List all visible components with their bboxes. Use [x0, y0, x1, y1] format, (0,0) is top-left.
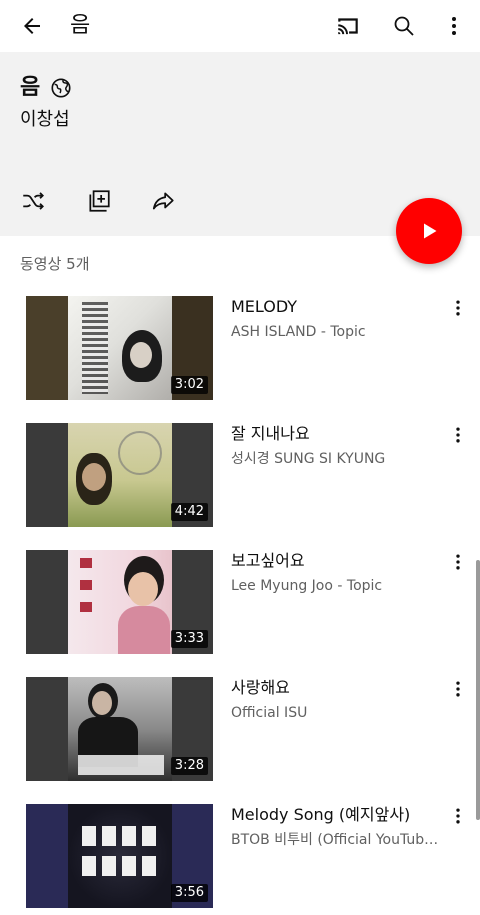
- globe-public-icon: [51, 78, 71, 98]
- cast-button[interactable]: [332, 10, 364, 42]
- video-thumbnail[interactable]: 3:28: [26, 677, 213, 781]
- video-title[interactable]: 보고싶어요: [231, 550, 441, 572]
- search-icon: [394, 16, 414, 36]
- more-vert-icon: [456, 554, 460, 570]
- video-more-button[interactable]: [446, 296, 470, 320]
- save-to-library-button[interactable]: [84, 186, 114, 216]
- more-vert-icon: [456, 427, 460, 443]
- channel-name[interactable]: Official ISU: [231, 703, 441, 723]
- share-icon: [152, 192, 174, 210]
- list-item[interactable]: 3:02 MELODY ASH ISLAND - Topic: [0, 294, 480, 400]
- page-title: 음: [70, 13, 91, 38]
- video-title[interactable]: 사랑해요: [231, 677, 441, 699]
- more-vert-icon: [452, 17, 456, 35]
- more-vert-icon: [456, 300, 460, 316]
- scrollbar[interactable]: [476, 560, 480, 820]
- video-more-button[interactable]: [446, 423, 470, 447]
- duration-badge: 3:28: [170, 757, 208, 775]
- video-more-button[interactable]: [446, 677, 470, 701]
- app-bar: 음: [0, 0, 480, 52]
- playlist-title: 음: [20, 75, 41, 100]
- thumbnail-art: [68, 550, 172, 654]
- channel-name[interactable]: Lee Myung Joo - Topic: [231, 576, 441, 596]
- video-title[interactable]: 잘 지내나요: [231, 423, 441, 445]
- video-thumbnail[interactable]: 4:42: [26, 423, 213, 527]
- duration-badge: 3:02: [170, 376, 208, 394]
- duration-badge: 3:56: [170, 884, 208, 902]
- shuffle-icon: [23, 192, 44, 210]
- list-item[interactable]: 3:56 Melody Song (예지앞사) BTOB 비투비 (Offici…: [0, 802, 480, 908]
- arrow-back-icon: [24, 18, 40, 34]
- duration-badge: 4:42: [170, 503, 208, 521]
- list-item[interactable]: 3:28 사랑해요 Official ISU: [0, 675, 480, 781]
- playlist-title-row: 음: [20, 74, 72, 102]
- list-item[interactable]: 3:33 보고싶어요 Lee Myung Joo - Topic: [0, 548, 480, 654]
- video-thumbnail[interactable]: 3:02: [26, 296, 213, 400]
- video-count: 동영상 5개: [20, 255, 90, 273]
- search-button[interactable]: [388, 10, 420, 42]
- shuffle-button[interactable]: [18, 186, 48, 216]
- list-item[interactable]: 4:42 잘 지내나요 성시경 SUNG SI KYUNG: [0, 421, 480, 527]
- cast-icon: [338, 18, 358, 35]
- more-vert-icon: [456, 808, 460, 824]
- channel-name[interactable]: BTOB 비투비 (Official YouTube Channel): [231, 830, 441, 850]
- video-more-button[interactable]: [446, 804, 470, 828]
- thumbnail-art: [68, 296, 172, 400]
- playlist-owner: 이창섭: [20, 109, 70, 130]
- video-thumbnail[interactable]: 3:56: [26, 804, 213, 908]
- thumbnail-art: [68, 804, 172, 908]
- thumbnail-art: [68, 423, 172, 527]
- thumbnail-art: [68, 677, 172, 781]
- duration-badge: 3:33: [170, 630, 208, 648]
- video-title[interactable]: MELODY: [231, 296, 441, 318]
- play-icon: [424, 223, 437, 239]
- channel-name[interactable]: 성시경 SUNG SI KYUNG: [231, 449, 441, 469]
- video-thumbnail[interactable]: 3:33: [26, 550, 213, 654]
- share-button[interactable]: [148, 186, 178, 216]
- more-vert-icon: [456, 681, 460, 697]
- save-to-library-icon: [89, 190, 110, 212]
- channel-name[interactable]: ASH ISLAND - Topic: [231, 322, 441, 342]
- back-button[interactable]: [14, 10, 50, 42]
- video-more-button[interactable]: [446, 550, 470, 574]
- playlist-actions: [0, 186, 300, 220]
- more-options-button[interactable]: [438, 10, 470, 42]
- video-title[interactable]: Melody Song (예지앞사): [231, 804, 441, 826]
- play-all-button[interactable]: [396, 198, 462, 264]
